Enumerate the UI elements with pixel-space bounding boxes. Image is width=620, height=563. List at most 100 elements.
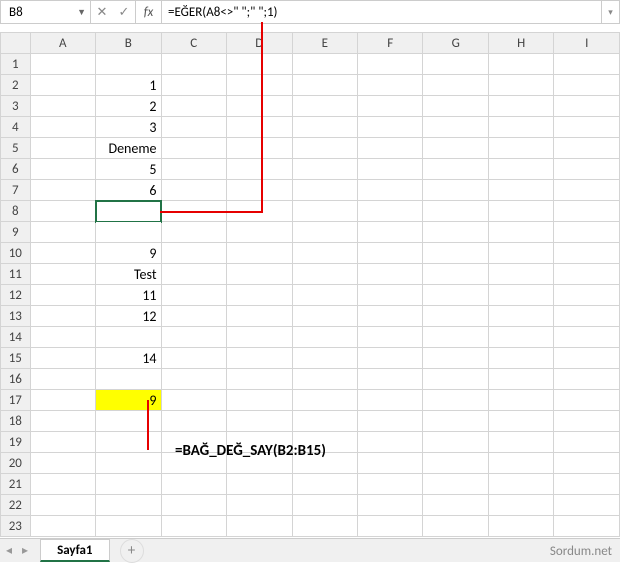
row-header[interactable]: 14 bbox=[1, 327, 31, 348]
cell[interactable] bbox=[292, 201, 357, 222]
cell[interactable] bbox=[554, 327, 620, 348]
cell[interactable] bbox=[227, 117, 292, 138]
cell[interactable] bbox=[357, 285, 422, 306]
cell[interactable] bbox=[161, 390, 226, 411]
cell[interactable] bbox=[227, 390, 292, 411]
cell[interactable] bbox=[30, 264, 95, 285]
cell[interactable] bbox=[554, 222, 620, 243]
cell[interactable] bbox=[30, 138, 95, 159]
row-header[interactable]: 9 bbox=[1, 222, 31, 243]
cell[interactable] bbox=[161, 117, 226, 138]
cell[interactable] bbox=[161, 348, 226, 369]
cell[interactable] bbox=[161, 159, 226, 180]
cell[interactable] bbox=[227, 516, 292, 537]
cell[interactable] bbox=[161, 138, 226, 159]
cell[interactable] bbox=[423, 516, 488, 537]
cell[interactable]: 11 bbox=[96, 285, 161, 306]
cell[interactable]: 2 bbox=[96, 96, 161, 117]
cell[interactable] bbox=[554, 285, 620, 306]
add-sheet-button[interactable]: + bbox=[120, 539, 144, 563]
cell[interactable] bbox=[357, 54, 422, 75]
col-header-C[interactable]: C bbox=[161, 33, 226, 54]
cell[interactable] bbox=[423, 285, 488, 306]
cell[interactable] bbox=[227, 54, 292, 75]
cell[interactable] bbox=[488, 516, 553, 537]
cell[interactable] bbox=[357, 369, 422, 390]
cell[interactable] bbox=[488, 411, 553, 432]
cell[interactable] bbox=[30, 453, 95, 474]
cell[interactable] bbox=[423, 264, 488, 285]
row-header[interactable]: 11 bbox=[1, 264, 31, 285]
cell[interactable] bbox=[554, 180, 620, 201]
cell[interactable] bbox=[30, 495, 95, 516]
cell[interactable] bbox=[30, 327, 95, 348]
cell[interactable] bbox=[554, 495, 620, 516]
cell[interactable] bbox=[227, 327, 292, 348]
row-header[interactable]: 19 bbox=[1, 432, 31, 453]
cell[interactable] bbox=[227, 96, 292, 117]
cell[interactable] bbox=[292, 222, 357, 243]
row-header[interactable]: 23 bbox=[1, 516, 31, 537]
cell[interactable] bbox=[554, 243, 620, 264]
cell[interactable] bbox=[488, 117, 553, 138]
row-header[interactable]: 20 bbox=[1, 453, 31, 474]
cell[interactable] bbox=[357, 117, 422, 138]
cell[interactable] bbox=[30, 348, 95, 369]
cell[interactable] bbox=[227, 201, 292, 222]
row-header[interactable]: 4 bbox=[1, 117, 31, 138]
col-header-D[interactable]: D bbox=[227, 33, 292, 54]
cell[interactable] bbox=[423, 327, 488, 348]
cell[interactable] bbox=[488, 138, 553, 159]
cell[interactable] bbox=[554, 453, 620, 474]
cell[interactable] bbox=[161, 411, 226, 432]
cell[interactable] bbox=[96, 516, 161, 537]
cell[interactable] bbox=[554, 348, 620, 369]
cell[interactable] bbox=[227, 243, 292, 264]
cell[interactable] bbox=[30, 285, 95, 306]
cell[interactable] bbox=[357, 453, 422, 474]
cell[interactable] bbox=[423, 75, 488, 96]
row-header[interactable]: 22 bbox=[1, 495, 31, 516]
cell[interactable] bbox=[423, 159, 488, 180]
cell[interactable] bbox=[423, 180, 488, 201]
cell[interactable] bbox=[292, 264, 357, 285]
cell[interactable] bbox=[488, 75, 553, 96]
cell[interactable] bbox=[357, 516, 422, 537]
cell[interactable] bbox=[30, 75, 95, 96]
cell[interactable] bbox=[488, 432, 553, 453]
cell[interactable] bbox=[554, 264, 620, 285]
cell[interactable] bbox=[161, 54, 226, 75]
cell[interactable] bbox=[357, 348, 422, 369]
cell[interactable] bbox=[30, 117, 95, 138]
col-header-F[interactable]: F bbox=[357, 33, 422, 54]
row-header[interactable]: 8 bbox=[1, 201, 31, 222]
cell[interactable] bbox=[161, 285, 226, 306]
cell[interactable] bbox=[30, 411, 95, 432]
cell[interactable]: 3 bbox=[96, 117, 161, 138]
row-header[interactable]: 1 bbox=[1, 54, 31, 75]
cell[interactable] bbox=[292, 327, 357, 348]
col-header-G[interactable]: G bbox=[423, 33, 488, 54]
spreadsheet-grid[interactable]: A B C D E F G H I 1 21 32 43 5Deneme 65 … bbox=[0, 32, 620, 537]
cell[interactable] bbox=[423, 243, 488, 264]
cell[interactable] bbox=[488, 222, 553, 243]
cell[interactable] bbox=[292, 390, 357, 411]
cell[interactable] bbox=[554, 411, 620, 432]
select-all-corner[interactable] bbox=[1, 33, 31, 54]
cell[interactable] bbox=[488, 180, 553, 201]
cell[interactable] bbox=[357, 159, 422, 180]
cell[interactable] bbox=[423, 96, 488, 117]
cell[interactable] bbox=[227, 369, 292, 390]
nav-first-icon[interactable]: ◂ bbox=[6, 543, 12, 558]
cell[interactable] bbox=[161, 306, 226, 327]
nav-prev-icon[interactable]: ▸ bbox=[22, 543, 28, 558]
cell[interactable] bbox=[227, 285, 292, 306]
cell[interactable] bbox=[96, 411, 161, 432]
cell[interactable] bbox=[488, 96, 553, 117]
cell[interactable] bbox=[423, 432, 488, 453]
cell[interactable]: 1 bbox=[96, 75, 161, 96]
cell[interactable] bbox=[227, 306, 292, 327]
cell[interactable] bbox=[227, 264, 292, 285]
cell[interactable]: 5 bbox=[96, 159, 161, 180]
cell[interactable] bbox=[554, 54, 620, 75]
